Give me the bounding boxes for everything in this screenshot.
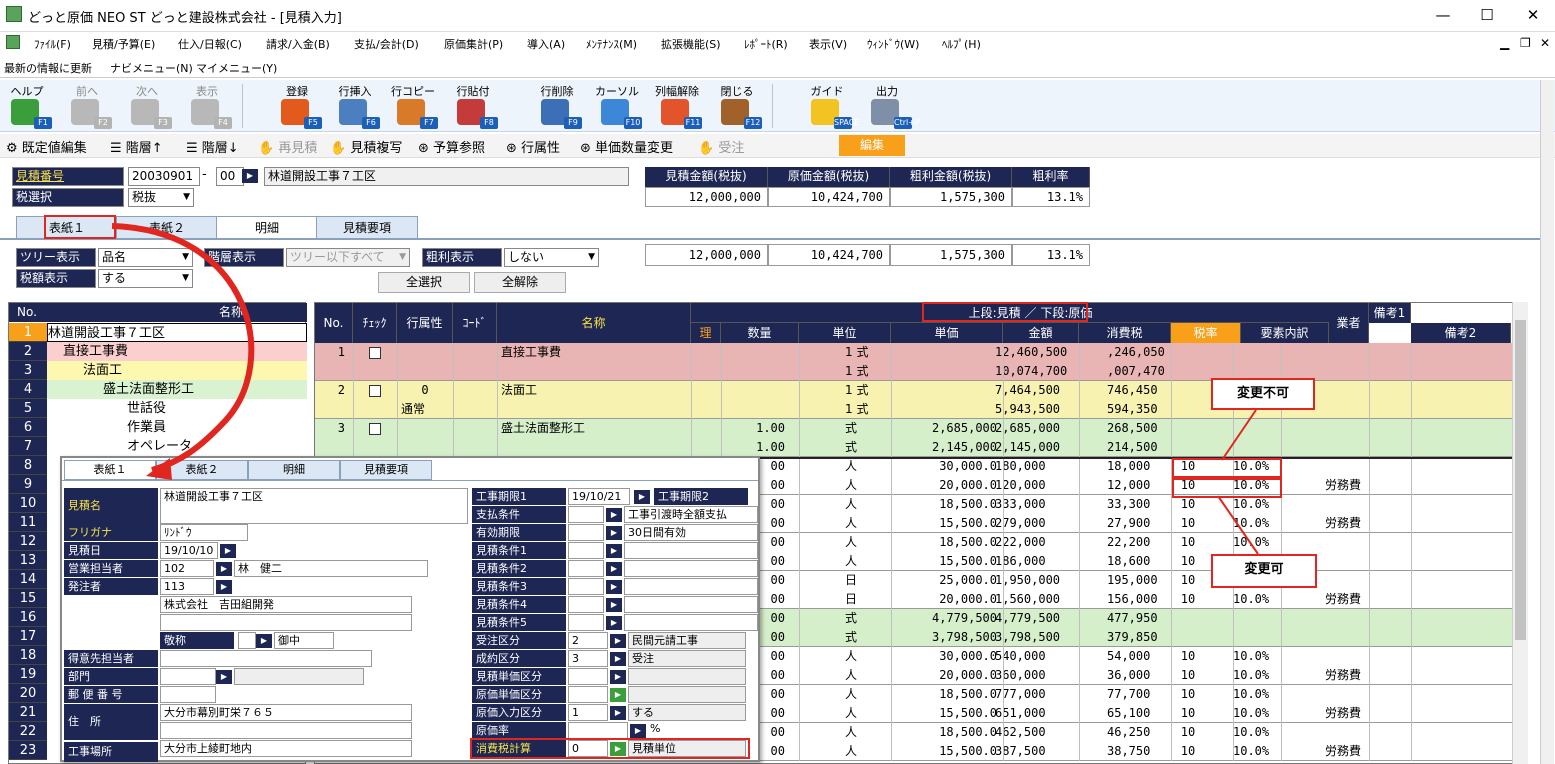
arrow-head-icon [146, 458, 172, 480]
tab-to-popup-arrow [111, 223, 255, 473]
arrow-changeable [1217, 495, 1259, 555]
arrow-not-changeable [1221, 409, 1257, 461]
annotation-arrows [111, 223, 1259, 555]
